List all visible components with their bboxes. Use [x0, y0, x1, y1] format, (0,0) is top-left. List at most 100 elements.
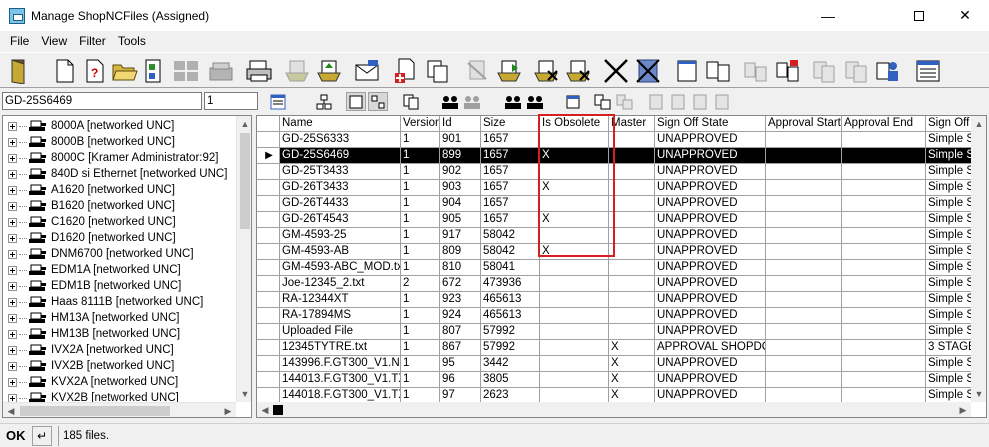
row-header[interactable]	[257, 308, 280, 324]
mail-icon[interactable]	[352, 56, 381, 85]
table-cell[interactable]: 901	[440, 132, 481, 148]
table-cell[interactable]	[540, 356, 609, 372]
expand-icon[interactable]	[8, 153, 17, 163]
table-cell[interactable]: UNAPPROVED	[655, 180, 766, 196]
purge-files-icon[interactable]	[563, 56, 592, 85]
small-icons-view-icon[interactable]	[368, 92, 388, 111]
table-cell[interactable]: 57992	[481, 340, 540, 356]
table-cell[interactable]: 2	[401, 276, 440, 292]
table-cell[interactable]: Simple Si	[926, 196, 971, 212]
table-cell[interactable]	[842, 164, 926, 180]
row-header[interactable]	[257, 276, 280, 292]
table-cell[interactable]: UNAPPROVED	[655, 292, 766, 308]
table-cell[interactable]: 1	[401, 212, 440, 228]
copy-file-icon[interactable]	[423, 56, 452, 85]
table-cell[interactable]: 1657	[481, 148, 540, 164]
table-cell[interactable]: UNAPPROVED	[655, 148, 766, 164]
table-cell[interactable]	[540, 228, 609, 244]
table-cell[interactable]: GD-26T4543	[280, 212, 401, 228]
table-cell[interactable]: 902	[440, 164, 481, 180]
table-cell[interactable]: 1	[401, 372, 440, 388]
table-cell[interactable]: X	[540, 212, 609, 228]
table-cell[interactable]	[842, 308, 926, 324]
table-cell[interactable]: GM-4593-AB	[280, 244, 401, 260]
table-cell[interactable]	[766, 308, 842, 324]
table-cell[interactable]	[842, 180, 926, 196]
row-header[interactable]	[257, 228, 280, 244]
table-cell[interactable]	[766, 244, 842, 260]
row-header[interactable]	[257, 292, 280, 308]
expand-icon[interactable]	[8, 281, 17, 291]
grid-scroll-right-icon[interactable]: ▶	[955, 402, 971, 417]
table-cell[interactable]	[842, 324, 926, 340]
table-cell[interactable]: Simple Si	[926, 212, 971, 228]
scroll-left-icon[interactable]: ◀	[3, 403, 19, 417]
tray-icon[interactable]	[206, 56, 235, 85]
table-cell[interactable]: Simple Si	[926, 148, 971, 164]
table-cell[interactable]: 3442	[481, 356, 540, 372]
table-cell[interactable]: RA-17894MS	[280, 308, 401, 324]
table-cell[interactable]	[540, 372, 609, 388]
help-file-icon[interactable]: ?	[80, 56, 109, 85]
table-cell[interactable]: 810	[440, 260, 481, 276]
tree-horizontal-scrollbar[interactable]: ◀ ▶	[3, 402, 236, 417]
table-cell[interactable]	[609, 276, 655, 292]
table-cell[interactable]	[766, 356, 842, 372]
table-cell[interactable]: 1	[401, 356, 440, 372]
table-cell[interactable]: 58042	[481, 228, 540, 244]
table-cell[interactable]	[540, 388, 609, 402]
table-cell[interactable]: X	[609, 340, 655, 356]
table-cell[interactable]: 144013.F.GT300_V1.TX	[280, 372, 401, 388]
table-cell[interactable]	[842, 228, 926, 244]
row-header[interactable]	[257, 212, 280, 228]
tree-item[interactable]: KVX2A [networked UNC]	[3, 374, 178, 390]
table-cell[interactable]: GD-25S6333	[280, 132, 401, 148]
ok-grid-icon[interactable]	[172, 56, 201, 85]
split-view-icon[interactable]	[593, 92, 613, 111]
tree-item[interactable]: DNM6700 [networked UNC]	[3, 246, 194, 262]
row-header[interactable]	[257, 244, 280, 260]
grid-scroll-up-icon[interactable]: ▲	[971, 116, 986, 132]
table-cell[interactable]	[766, 340, 842, 356]
table-cell[interactable]: 924	[440, 308, 481, 324]
stage-disabled-icon[interactable]	[692, 92, 712, 111]
tree-view-icon[interactable]	[314, 92, 334, 111]
table-cell[interactable]: APPROVAL SHOPDO	[655, 340, 766, 356]
table-cell[interactable]: 473936	[481, 276, 540, 292]
table-cell[interactable]	[766, 212, 842, 228]
table-cell[interactable]: GD-25S6469	[280, 148, 401, 164]
table-cell[interactable]: 1657	[481, 212, 540, 228]
table-cell[interactable]: 899	[440, 148, 481, 164]
grid-horizontal-scrollbar[interactable]: ◀ ▶	[257, 402, 971, 417]
table-cell[interactable]: 917	[440, 228, 481, 244]
expand-icon[interactable]	[8, 185, 17, 195]
table-cell[interactable]	[842, 356, 926, 372]
add-file-icon[interactable]	[391, 56, 420, 85]
table-cell[interactable]: 807	[440, 324, 481, 340]
expand-icon[interactable]	[8, 201, 17, 211]
table-cell[interactable]: Simple Si	[926, 180, 971, 196]
expand-icon[interactable]	[8, 329, 17, 339]
menu-filter[interactable]: Filter	[73, 34, 112, 48]
table-cell[interactable]	[766, 292, 842, 308]
column-header[interactable]: Approval Start	[766, 116, 842, 132]
column-header[interactable]: Size	[481, 116, 540, 132]
table-cell[interactable]: 1	[401, 388, 440, 402]
table-cell[interactable]	[609, 228, 655, 244]
column-header[interactable]: Approval End	[842, 116, 926, 132]
table-cell[interactable]: 58042	[481, 244, 540, 260]
tree-item[interactable]: D1620 [networked UNC]	[3, 230, 176, 246]
table-cell[interactable]: 96	[440, 372, 481, 388]
table-cell[interactable]	[842, 276, 926, 292]
row-header[interactable]	[257, 372, 280, 388]
tree-item[interactable]: 840D si Ethernet [networked UNC]	[3, 166, 227, 182]
table-cell[interactable]	[540, 164, 609, 180]
expand-icon[interactable]	[8, 361, 17, 371]
table-cell[interactable]: 465613	[481, 308, 540, 324]
table-cell[interactable]	[766, 180, 842, 196]
table-cell[interactable]	[766, 148, 842, 164]
print-icon[interactable]	[244, 56, 273, 85]
open-folder-icon[interactable]	[110, 56, 139, 85]
table-cell[interactable]	[609, 244, 655, 260]
column-header[interactable]: Version	[401, 116, 440, 132]
